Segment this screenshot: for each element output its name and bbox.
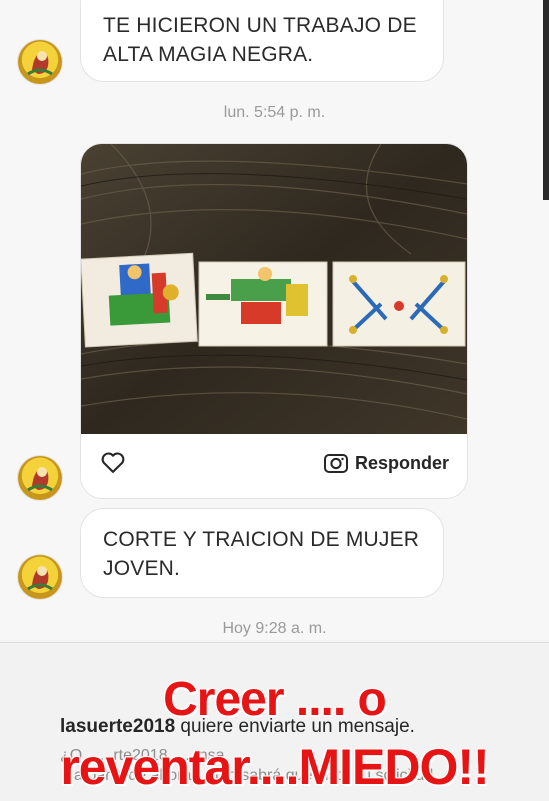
avatar[interactable] [18,40,62,84]
avatar[interactable] [18,456,62,500]
message-text-line: TE HICIERON UN TRABAJO DE [103,14,417,37]
overlay-caption-line1: Creer .... o [163,673,387,726]
avatar-figure-icon [27,566,53,591]
message-bubble[interactable]: CORTE Y TRAICION DE MUJER JOVEN. [80,508,444,598]
message-text-line: ALTA MAGIA NEGRA. [103,43,314,66]
timestamp: lun. 5:54 p. m. [223,104,326,121]
timestamp: Hoy 9:28 a. m. [222,620,327,637]
reply-button[interactable]: Responder [323,448,449,478]
overlay-caption-line2: reventar....MIEDO!! [60,739,489,795]
heart-icon[interactable] [99,448,127,476]
avatar[interactable] [18,555,62,599]
photo-tarot-cards[interactable] [81,144,467,434]
photo-message[interactable]: Responder [80,143,468,499]
avatar-figure-icon [27,51,53,76]
reply-label: Responder [354,452,449,473]
message-text-line: CORTE Y TRAICION DE MUJER [103,528,420,551]
message-bubble[interactable]: TE HICIERON UN TRABAJO DE ALTA MAGIA NEG… [80,0,444,82]
photo-actions: Responder [81,434,467,498]
message-text-line: JOVEN. [103,557,181,580]
scrollbar[interactable] [543,0,549,200]
avatar-figure-icon [27,467,53,492]
chat-thread: TE HICIERON UN TRABAJO DE ALTA MAGIA NEG… [0,0,549,640]
cards-image [81,144,467,434]
camera-icon [323,454,348,473]
